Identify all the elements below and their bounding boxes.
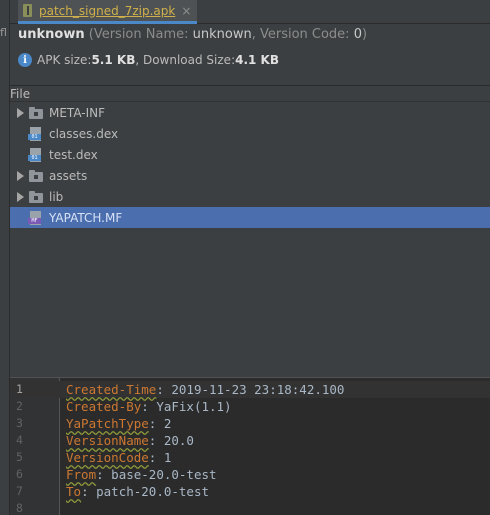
tree-item-assets[interactable]: assets bbox=[10, 165, 490, 186]
tree-item-lib[interactable]: lib bbox=[10, 186, 490, 207]
size-summary: i APK size: 5.1 KB, Download Size: 4.1 K… bbox=[18, 53, 279, 67]
expand-arrow-icon[interactable] bbox=[12, 170, 28, 181]
tree-item-yapatch-mf[interactable]: MF YAPATCH.MF bbox=[10, 207, 490, 228]
tree-item-classes-dex[interactable]: 01 classes.dex bbox=[10, 123, 490, 144]
apk-file-tree: File META-INF 01 classes.dex 01 test.dex… bbox=[10, 85, 490, 375]
line-number: 5 bbox=[16, 450, 23, 464]
column-header-file[interactable]: File bbox=[10, 86, 490, 102]
tree-item-meta-inf[interactable]: META-INF bbox=[10, 102, 490, 123]
code-line[interactable]: 4 VersionName: 20.0 bbox=[10, 432, 490, 449]
line-number: 1 bbox=[16, 382, 23, 396]
folder-icon bbox=[28, 106, 44, 120]
line-number: 8 bbox=[16, 501, 23, 515]
code-line[interactable]: 6 From: base-20.0-test bbox=[10, 466, 490, 483]
version-code: 0 bbox=[353, 27, 362, 42]
manifest-key: Created-Time bbox=[66, 382, 157, 397]
file-content-editor[interactable]: 1 Created-Time: 2019-11-23 23:18:42.100 2 C… bbox=[10, 377, 490, 515]
apk-size-label: APK size: bbox=[37, 53, 92, 67]
code-line[interactable]: 3 YaPatchType: 2 bbox=[10, 415, 490, 432]
manifest-key: YaPatchType bbox=[66, 416, 149, 431]
manifest-value: base-20.0-test bbox=[103, 467, 217, 482]
code-line[interactable]: 2 Created-By: YaFix(1.1) bbox=[10, 398, 490, 415]
code-line[interactable]: 5 VersionCode: 1 bbox=[10, 449, 490, 466]
expand-arrow-icon[interactable] bbox=[12, 191, 28, 202]
package-name: unknown bbox=[18, 27, 85, 42]
code-line[interactable]: 7 To: patch-20.0-test bbox=[10, 483, 490, 500]
line-number: 4 bbox=[16, 433, 23, 447]
manifest-value: 1 bbox=[156, 450, 172, 465]
tree-item-label: test.dex bbox=[49, 147, 98, 162]
line-number: 2 bbox=[16, 399, 23, 413]
project-tool-window-edge[interactable]: fl bbox=[0, 0, 10, 515]
dex-file-icon: 01 bbox=[28, 147, 44, 162]
tab-patch-apk[interactable]: patch_signed_7zip.apk × bbox=[18, 0, 198, 24]
manifest-value: 2 bbox=[156, 416, 172, 431]
manifest-value: 20.0 bbox=[156, 433, 194, 448]
code-text: Created-Time: 2019-11-23 23:18:42.100 bbox=[66, 382, 345, 397]
code-text: VersionName: 20.0 bbox=[66, 433, 194, 448]
manifest-file-icon: MF bbox=[28, 210, 44, 225]
tree-item-label: META-INF bbox=[49, 105, 106, 120]
manifest-value: YaFix(1.1) bbox=[148, 399, 232, 414]
info-icon: i bbox=[18, 53, 32, 67]
tree-item-label: lib bbox=[49, 189, 64, 204]
code-text: From: base-20.0-test bbox=[66, 467, 217, 482]
code-line[interactable]: 8 bbox=[10, 500, 490, 515]
tree-item-label: assets bbox=[49, 168, 88, 183]
editor-tab-bar: patch_signed_7zip.apk × bbox=[10, 0, 490, 24]
line-number: 7 bbox=[16, 484, 23, 498]
manifest-key: VersionName bbox=[66, 433, 149, 448]
manifest-value: patch-20.0-test bbox=[88, 484, 210, 499]
tab-label: patch_signed_7zip.apk bbox=[39, 3, 176, 18]
manifest-key: To bbox=[66, 484, 82, 499]
apk-info-header: unknown (Version Name: unknown, Version … bbox=[10, 24, 490, 82]
download-size-label: , Download Size: bbox=[135, 53, 236, 67]
dex-file-icon: 01 bbox=[28, 126, 44, 141]
tree-item-label: YAPATCH.MF bbox=[49, 210, 123, 225]
code-text: To: patch-20.0-test bbox=[66, 484, 210, 499]
code-text: YaPatchType: 2 bbox=[66, 416, 172, 431]
code-line[interactable]: 1 Created-Time: 2019-11-23 23:18:42.100 bbox=[10, 381, 490, 398]
manifest-key: Created-By bbox=[66, 399, 142, 414]
tree-item-label: classes.dex bbox=[49, 126, 119, 141]
version-name: unknown bbox=[192, 27, 252, 42]
code-text: VersionCode: 1 bbox=[66, 450, 172, 465]
manifest-value: 2019-11-23 23:18:42.100 bbox=[163, 382, 345, 397]
tool-window-fragment: fl bbox=[0, 26, 7, 39]
manifest-key: From bbox=[66, 467, 97, 482]
code-text: Created-By: YaFix(1.1) bbox=[66, 399, 232, 414]
close-icon[interactable]: × bbox=[181, 5, 191, 17]
expand-arrow-icon[interactable] bbox=[12, 107, 28, 118]
folder-icon bbox=[28, 169, 44, 183]
app-identity: unknown (Version Name: unknown, Version … bbox=[18, 27, 367, 42]
apk-size-value: 5.1 KB bbox=[91, 53, 136, 67]
apk-file-icon bbox=[22, 4, 33, 17]
line-number: 3 bbox=[16, 416, 23, 430]
download-size-value: 4.1 KB bbox=[235, 53, 280, 67]
folder-icon bbox=[28, 190, 44, 204]
line-number: 6 bbox=[16, 467, 23, 481]
version-meta: (Version Name: unknown, Version Code: 0) bbox=[84, 27, 368, 42]
tree-item-test-dex[interactable]: 01 test.dex bbox=[10, 144, 490, 165]
manifest-key: VersionCode bbox=[66, 450, 149, 465]
